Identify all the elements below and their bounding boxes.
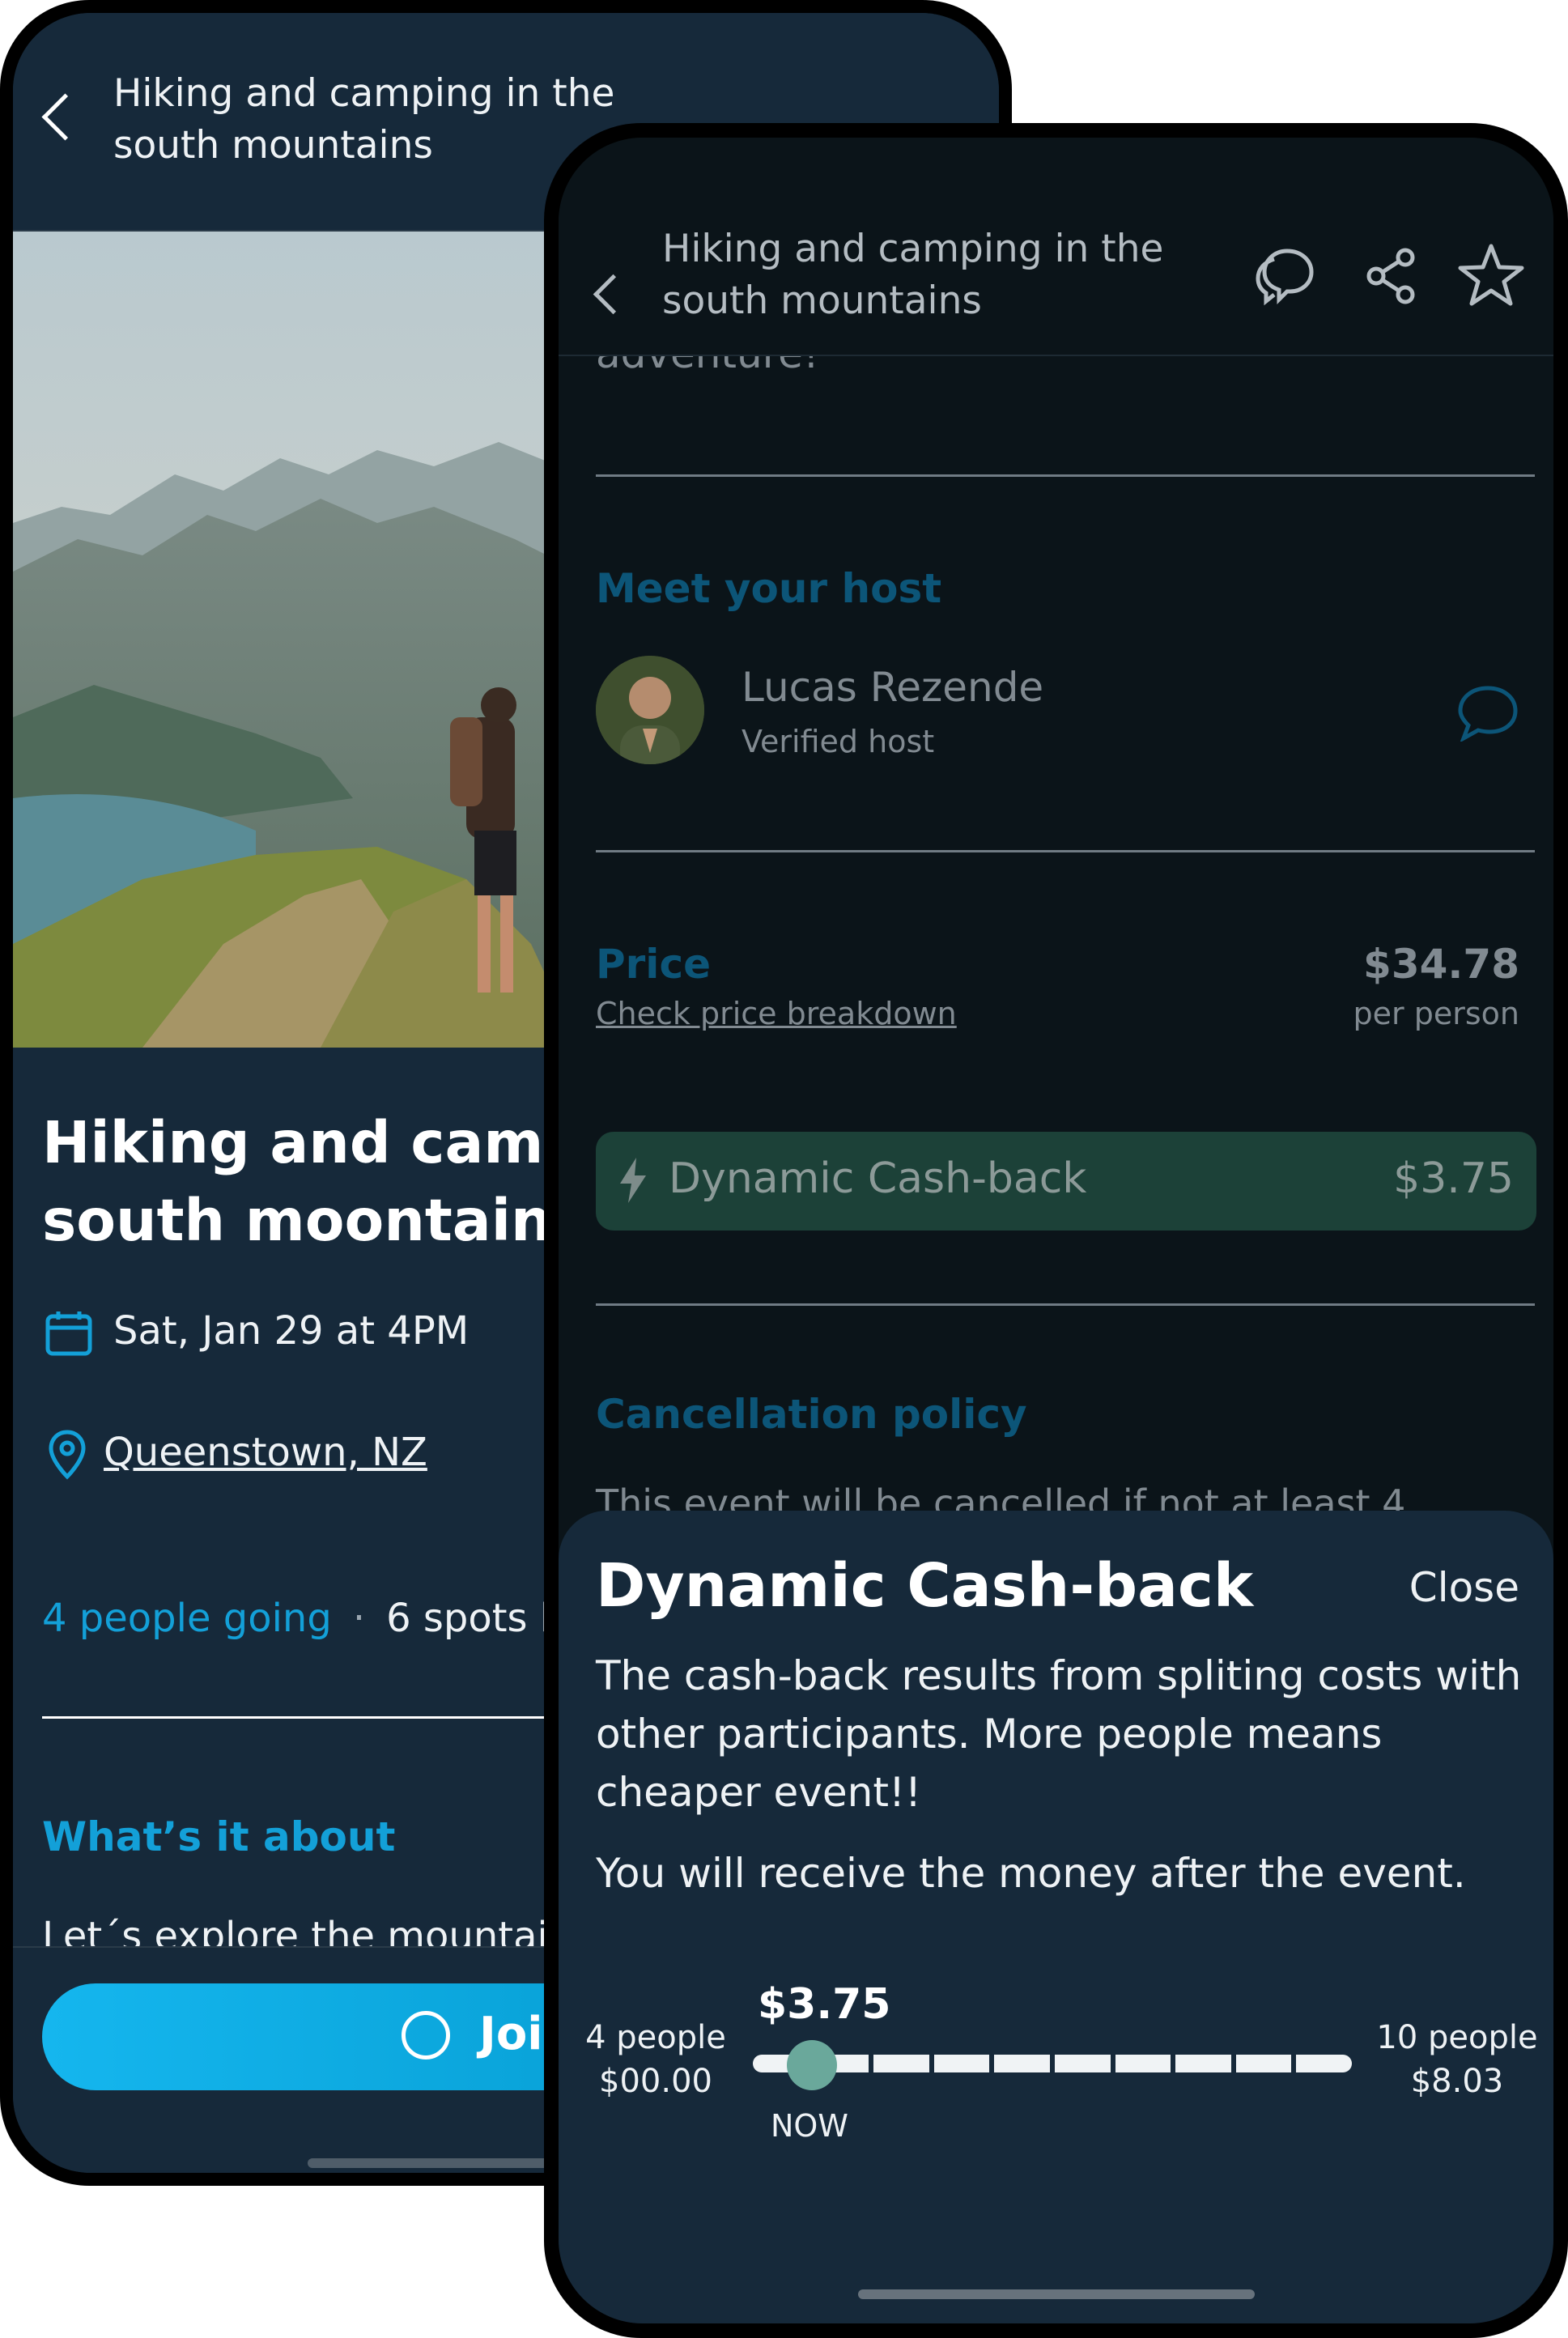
lightning-bolt-icon: [620, 1158, 646, 1203]
people-going-link[interactable]: 4 people going: [42, 1596, 332, 1641]
price-section-title: Price: [596, 941, 711, 988]
host-status: Verified host: [742, 724, 935, 759]
price-value: $34.78: [1363, 941, 1519, 988]
host-avatar-image: [596, 656, 704, 764]
slider-max-people: 10 people: [1376, 2019, 1538, 2056]
host-avatar: [596, 656, 704, 764]
cashback-bottom-sheet: Dynamic Cash-back Close The cash-back re…: [559, 1511, 1553, 2323]
price-unit: per person: [1353, 996, 1519, 1031]
header-bar: Hiking and camping in the south mountain…: [559, 138, 1553, 356]
header-title-line1: Hiking and camping in the: [113, 71, 615, 116]
slider-segment: [1175, 2055, 1231, 2072]
slider-now-label: NOW: [771, 2108, 848, 2144]
back-arrow-icon[interactable]: [41, 93, 89, 141]
divider: [596, 850, 1535, 852]
host-name: Lucas Rezende: [742, 664, 1044, 711]
close-button[interactable]: Close: [1409, 1564, 1519, 1611]
location-pin-icon: [49, 1430, 86, 1480]
cashback-value: $3.75: [1393, 1154, 1514, 1203]
header-title-line2: south mountains: [662, 278, 982, 323]
slider-max-value: $8.03: [1410, 2063, 1504, 2100]
share-icon[interactable]: [1365, 248, 1417, 304]
cashback-label: Dynamic Cash-back: [669, 1154, 1087, 1203]
slider-segment: [994, 2055, 1050, 2072]
sheet-description: The cash-back results from spliting cost…: [596, 1652, 1522, 1816]
home-indicator: [858, 2289, 1255, 2299]
divider: [596, 474, 1535, 477]
slider-max-label: 10 people $8.03: [1368, 2016, 1546, 2103]
smile-icon: [402, 2011, 450, 2060]
slider-segment: [1235, 2055, 1292, 2072]
slider-segment: [1115, 2055, 1171, 2072]
about-section-title: What’s it about: [42, 1813, 396, 1860]
slider-min-value: $00.00: [599, 2063, 712, 2100]
back-arrow-icon[interactable]: [593, 274, 634, 315]
slider-min-people: 4 people: [585, 2019, 726, 2056]
slider-segment: [933, 2055, 990, 2072]
separator-dot: ·: [352, 1596, 366, 1641]
calendar-icon: [45, 1311, 92, 1356]
header-title-line1: Hiking and camping in the: [662, 227, 1164, 271]
sheet-title: Dynamic Cash-back: [596, 1551, 1254, 1621]
sheet-note: You will receive the money after the eve…: [596, 1850, 1466, 1897]
slider-segment: [1055, 2055, 1111, 2072]
star-icon[interactable]: [1457, 243, 1525, 308]
divider: [596, 1303, 1535, 1306]
front-phone-frame: Hiking and camping in the south mountain…: [544, 123, 1568, 2338]
event-detail-with-sheet-screen: Hiking and camping in the south mountain…: [559, 138, 1553, 2323]
event-date: Sat, Jan 29 at 4PM: [113, 1308, 470, 1354]
slider-knob[interactable]: [787, 2040, 837, 2090]
slider-segment: [873, 2055, 929, 2072]
cashback-banner[interactable]: Dynamic Cash-back $3.75: [596, 1132, 1536, 1231]
slider-segment: [1296, 2055, 1352, 2072]
slider-min-label: 4 people $00.00: [575, 2016, 737, 2103]
cancellation-section-title: Cancellation policy: [596, 1391, 1027, 1438]
attendance-row: 4 people going · 6 spots left: [42, 1596, 603, 1641]
location-link[interactable]: Queenstown, NZ: [104, 1430, 427, 1475]
slider-track[interactable]: [753, 2055, 1352, 2072]
message-host-icon[interactable]: [1457, 685, 1519, 742]
price-breakdown-link[interactable]: Check price breakdown: [596, 996, 957, 1031]
host-section-title: Meet your host: [596, 565, 942, 612]
slider-current-value: $3.75: [758, 1980, 891, 2029]
chat-bubbles-icon[interactable]: [1255, 244, 1316, 306]
header-title-line2: south mountains: [113, 123, 433, 168]
